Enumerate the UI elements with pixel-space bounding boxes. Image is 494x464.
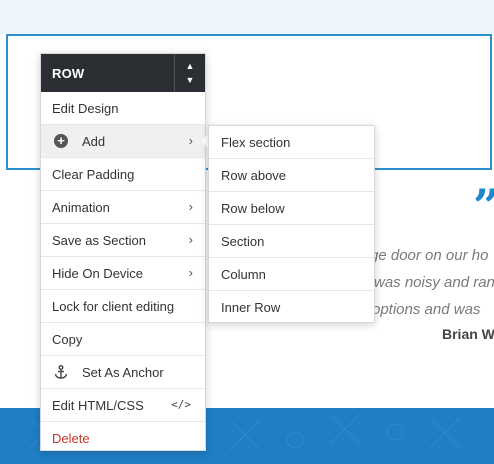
menu-item-label: Add [82,133,106,149]
plus-circle-icon: + [52,134,70,148]
menu-item-label: Hide On Device [52,265,144,281]
row-context-menu: ROW ▲ ▼ Edit Design + Add › Clear Paddin… [40,53,206,451]
caret-up-icon[interactable]: ▲ [186,61,195,71]
menu-item-label: Clear Padding [52,166,135,182]
chevron-right-icon: › [188,133,193,148]
code-icon: </> [171,398,191,411]
menu-item-delete[interactable]: Delete [41,422,205,455]
menu-item-save-as-section[interactable]: Save as Section › [41,224,205,257]
anchor-icon [52,364,70,380]
top-section-band [0,0,494,34]
menu-item-lock-for-client-editing[interactable]: Lock for client editing [41,290,205,323]
menu-item-label: Delete [52,431,90,446]
menu-item-hide-on-device[interactable]: Hide On Device › [41,257,205,290]
menu-item-animation[interactable]: Animation › [41,191,205,224]
menu-item-label: Edit HTML/CSS [52,397,144,413]
submenu-caret [201,134,208,148]
testimonial-author: Brian W [442,326,494,342]
menu-item-label: Animation [52,199,110,215]
submenu-item-flex-section[interactable]: Flex section [209,126,374,159]
menu-item-label: Copy [52,331,83,347]
submenu-item-section[interactable]: Section [209,225,374,258]
chevron-right-icon: › [188,265,193,280]
quote-icon: ” [473,183,494,229]
menu-item-label: Lock for client editing [52,298,175,314]
submenu-item-row-below[interactable]: Row below [209,192,374,225]
caret-down-icon[interactable]: ▼ [186,75,195,85]
menu-item-add[interactable]: + Add › [41,125,205,158]
submenu-item-row-above[interactable]: Row above [209,159,374,192]
menu-item-clear-padding[interactable]: Clear Padding [41,158,205,191]
chevron-right-icon: › [188,199,193,214]
menu-item-copy[interactable]: Copy [41,323,205,356]
move-arrows: ▲ ▼ [174,54,205,92]
submenu-item-inner-row[interactable]: Inner Row [209,291,374,324]
add-submenu: Flex section Row above Row below Section… [208,125,375,323]
menu-item-label: Set As Anchor [82,364,164,380]
menu-header: ROW ▲ ▼ [41,54,205,92]
menu-item-edit-html-css[interactable]: Edit HTML/CSS </> [41,389,205,422]
chevron-right-icon: › [188,232,193,247]
menu-item-label: Edit Design [52,100,119,116]
menu-item-label: Save as Section [52,232,146,248]
menu-item-edit-design[interactable]: Edit Design [41,92,205,125]
menu-item-set-as-anchor[interactable]: Set As Anchor [41,356,205,389]
submenu-item-column[interactable]: Column [209,258,374,291]
menu-title: ROW [52,65,85,81]
